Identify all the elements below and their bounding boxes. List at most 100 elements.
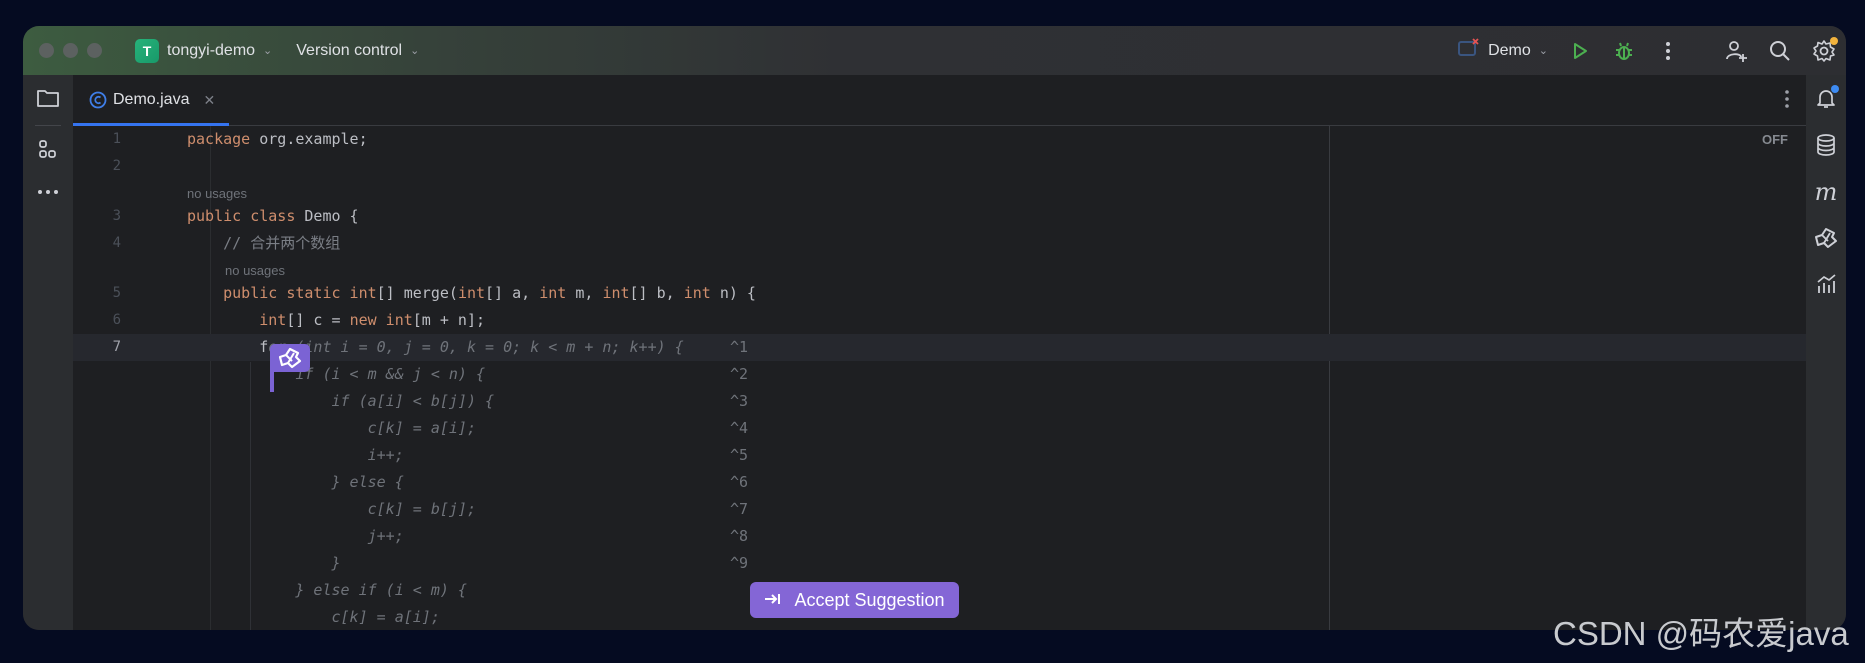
ai-suggestion-text: } else if (i < m) { <box>187 581 467 599</box>
code-line: 2 <box>73 153 1806 180</box>
suggestion-line-shortcut: ^8 <box>730 527 749 545</box>
code-text: c[k] = a[i]; <box>187 415 476 442</box>
code-line: 6 int[] c = new int[m + n]; <box>73 307 1806 334</box>
more-actions-button[interactable] <box>1654 37 1682 65</box>
code-line: j++; ^8 <box>73 523 1806 550</box>
code-line: i++; ^5 <box>73 442 1806 469</box>
line-number[interactable]: 2 <box>73 153 121 180</box>
keyword-token: int <box>259 311 287 329</box>
close-window-button[interactable] <box>39 43 54 58</box>
editor-tab-bar: Demo.java ✕ <box>73 75 1806 126</box>
code-with-me-button[interactable] <box>1722 37 1750 65</box>
suggestion-line-shortcut: ^9 <box>730 554 749 572</box>
line-number[interactable]: 5 <box>73 280 121 307</box>
run-config-label: Demo <box>1488 41 1531 59</box>
minimize-window-button[interactable] <box>63 43 78 58</box>
version-control-menu[interactable]: Version control ⌄ <box>296 42 419 60</box>
right-tool-strip: m <box>1806 75 1846 630</box>
tongyi-tool-button[interactable] <box>1813 225 1839 251</box>
line-number[interactable]: 3 <box>73 203 121 230</box>
window-controls <box>39 43 102 58</box>
ai-suggestion-text: j++; <box>187 527 404 545</box>
tongyi-logo-icon <box>1815 228 1837 248</box>
notifications-button[interactable] <box>1813 85 1839 111</box>
profiler-tool-button[interactable] <box>1813 271 1839 297</box>
code-line: if (a[i] < b[j]) {^3 <box>73 388 1806 415</box>
project-selector[interactable]: T tongyi-demo ⌄ <box>135 38 272 63</box>
notification-badge <box>1831 85 1839 93</box>
code-text: if (i < m && j < n) { <box>187 361 485 388</box>
code-text: i++; <box>187 442 404 469</box>
code-text: } else if (i < m) { <box>187 577 467 604</box>
ai-suggestion-text: c[k] = a[i]; <box>187 608 440 626</box>
code-text: for (int i = 0, j = 0, k = 0; k < m + n;… <box>187 334 684 361</box>
settings-button[interactable] <box>1810 36 1838 65</box>
suggestion-line-shortcut: ^2 <box>730 365 749 383</box>
maximize-window-button[interactable] <box>87 43 102 58</box>
ide-window: T tongyi-demo ⌄ Version control ⌄ Demo ⌄ <box>23 26 1846 630</box>
text-caret <box>270 372 274 392</box>
usages-hint[interactable]: no usages <box>225 263 285 278</box>
suggestion-line-shortcut: ^7 <box>730 500 749 518</box>
structure-tool-button[interactable] <box>35 137 61 163</box>
ai-assistant-badge[interactable] <box>270 344 310 372</box>
keyword-token: int <box>602 284 630 302</box>
ai-suggestion-text: } else { <box>187 473 404 491</box>
database-icon <box>1817 134 1835 156</box>
debug-button[interactable] <box>1610 37 1638 65</box>
close-tab-icon[interactable]: ✕ <box>203 92 215 109</box>
ai-suggestion-text: or (int i = 0, j = 0, k = 0; k < m + n; … <box>268 338 684 356</box>
more-vertical-icon <box>1785 90 1789 108</box>
line-number[interactable]: 1 <box>73 126 121 153</box>
suggestion-line-shortcut: ^4 <box>730 419 749 437</box>
code-text: j++; <box>187 523 404 550</box>
tab-demo-java[interactable]: Demo.java ✕ <box>73 75 229 126</box>
database-tool-button[interactable] <box>1813 132 1839 158</box>
line-number[interactable]: 6 <box>73 307 121 334</box>
bug-icon <box>1616 42 1632 60</box>
comment-token: // 合并两个数组 <box>187 234 341 252</box>
chevron-down-icon: ⌄ <box>1538 45 1548 57</box>
chart-trend-icon <box>1817 274 1836 293</box>
line-number[interactable]: 4 <box>73 230 121 257</box>
code-line: c[k] = a[i]; ^4 <box>73 415 1806 442</box>
run-config-selector[interactable]: Demo ⌄ <box>1458 38 1548 63</box>
chevron-down-icon: ⌄ <box>410 45 420 57</box>
structure-icon <box>39 140 56 158</box>
code-text: int[] c = new int[m + n]; <box>187 307 485 334</box>
code-line: 1 package org.example; <box>73 126 1806 153</box>
suggestion-line-shortcut: ^5 <box>730 446 749 464</box>
code-token: [] merge( <box>376 284 458 302</box>
more-tools-button[interactable] <box>35 179 61 205</box>
line-number[interactable]: 7 <box>73 334 121 361</box>
version-control-label: Version control <box>296 41 403 59</box>
keyword-token: int <box>683 284 711 302</box>
usages-hint[interactable]: no usages <box>187 186 247 201</box>
run-config-icon <box>1458 38 1480 63</box>
code-token: [] a, <box>485 284 540 302</box>
left-tool-strip <box>23 75 74 630</box>
search-button[interactable] <box>1766 37 1794 65</box>
code-text: c[k] = a[i]; <box>187 604 440 630</box>
tab-options-button[interactable] <box>1784 89 1790 114</box>
csdn-watermark: CSDN @码农爱java <box>1553 615 1849 652</box>
code-editor[interactable]: OFF 1 package org.example; 2 no usages 3 publ… <box>73 126 1806 630</box>
project-tool-button[interactable] <box>35 85 61 111</box>
keyword-token: public static int <box>223 284 377 302</box>
code-text: public class Demo { <box>187 203 359 230</box>
run-button[interactable] <box>1566 37 1594 65</box>
accept-suggestion-button[interactable]: Accept Suggestion <box>750 582 959 618</box>
toolbar-right: Demo ⌄ <box>1458 26 1846 75</box>
code-text: } else { <box>187 469 404 496</box>
code-line: c[k] = b[j]; ^7 <box>73 496 1806 523</box>
keyword-token: int <box>457 284 486 302</box>
tongyi-logo-icon <box>278 347 302 369</box>
play-icon <box>1574 42 1587 59</box>
maven-tool-button[interactable]: m <box>1813 178 1839 206</box>
ai-suggestion-text: if (i < m && j < n) { <box>187 365 486 383</box>
code-text: if (a[i] < b[j]) { <box>187 388 494 415</box>
tab-label: Demo.java <box>113 91 190 108</box>
code-line: } ^9 <box>73 550 1806 577</box>
project-name: tongyi-demo <box>167 41 256 59</box>
